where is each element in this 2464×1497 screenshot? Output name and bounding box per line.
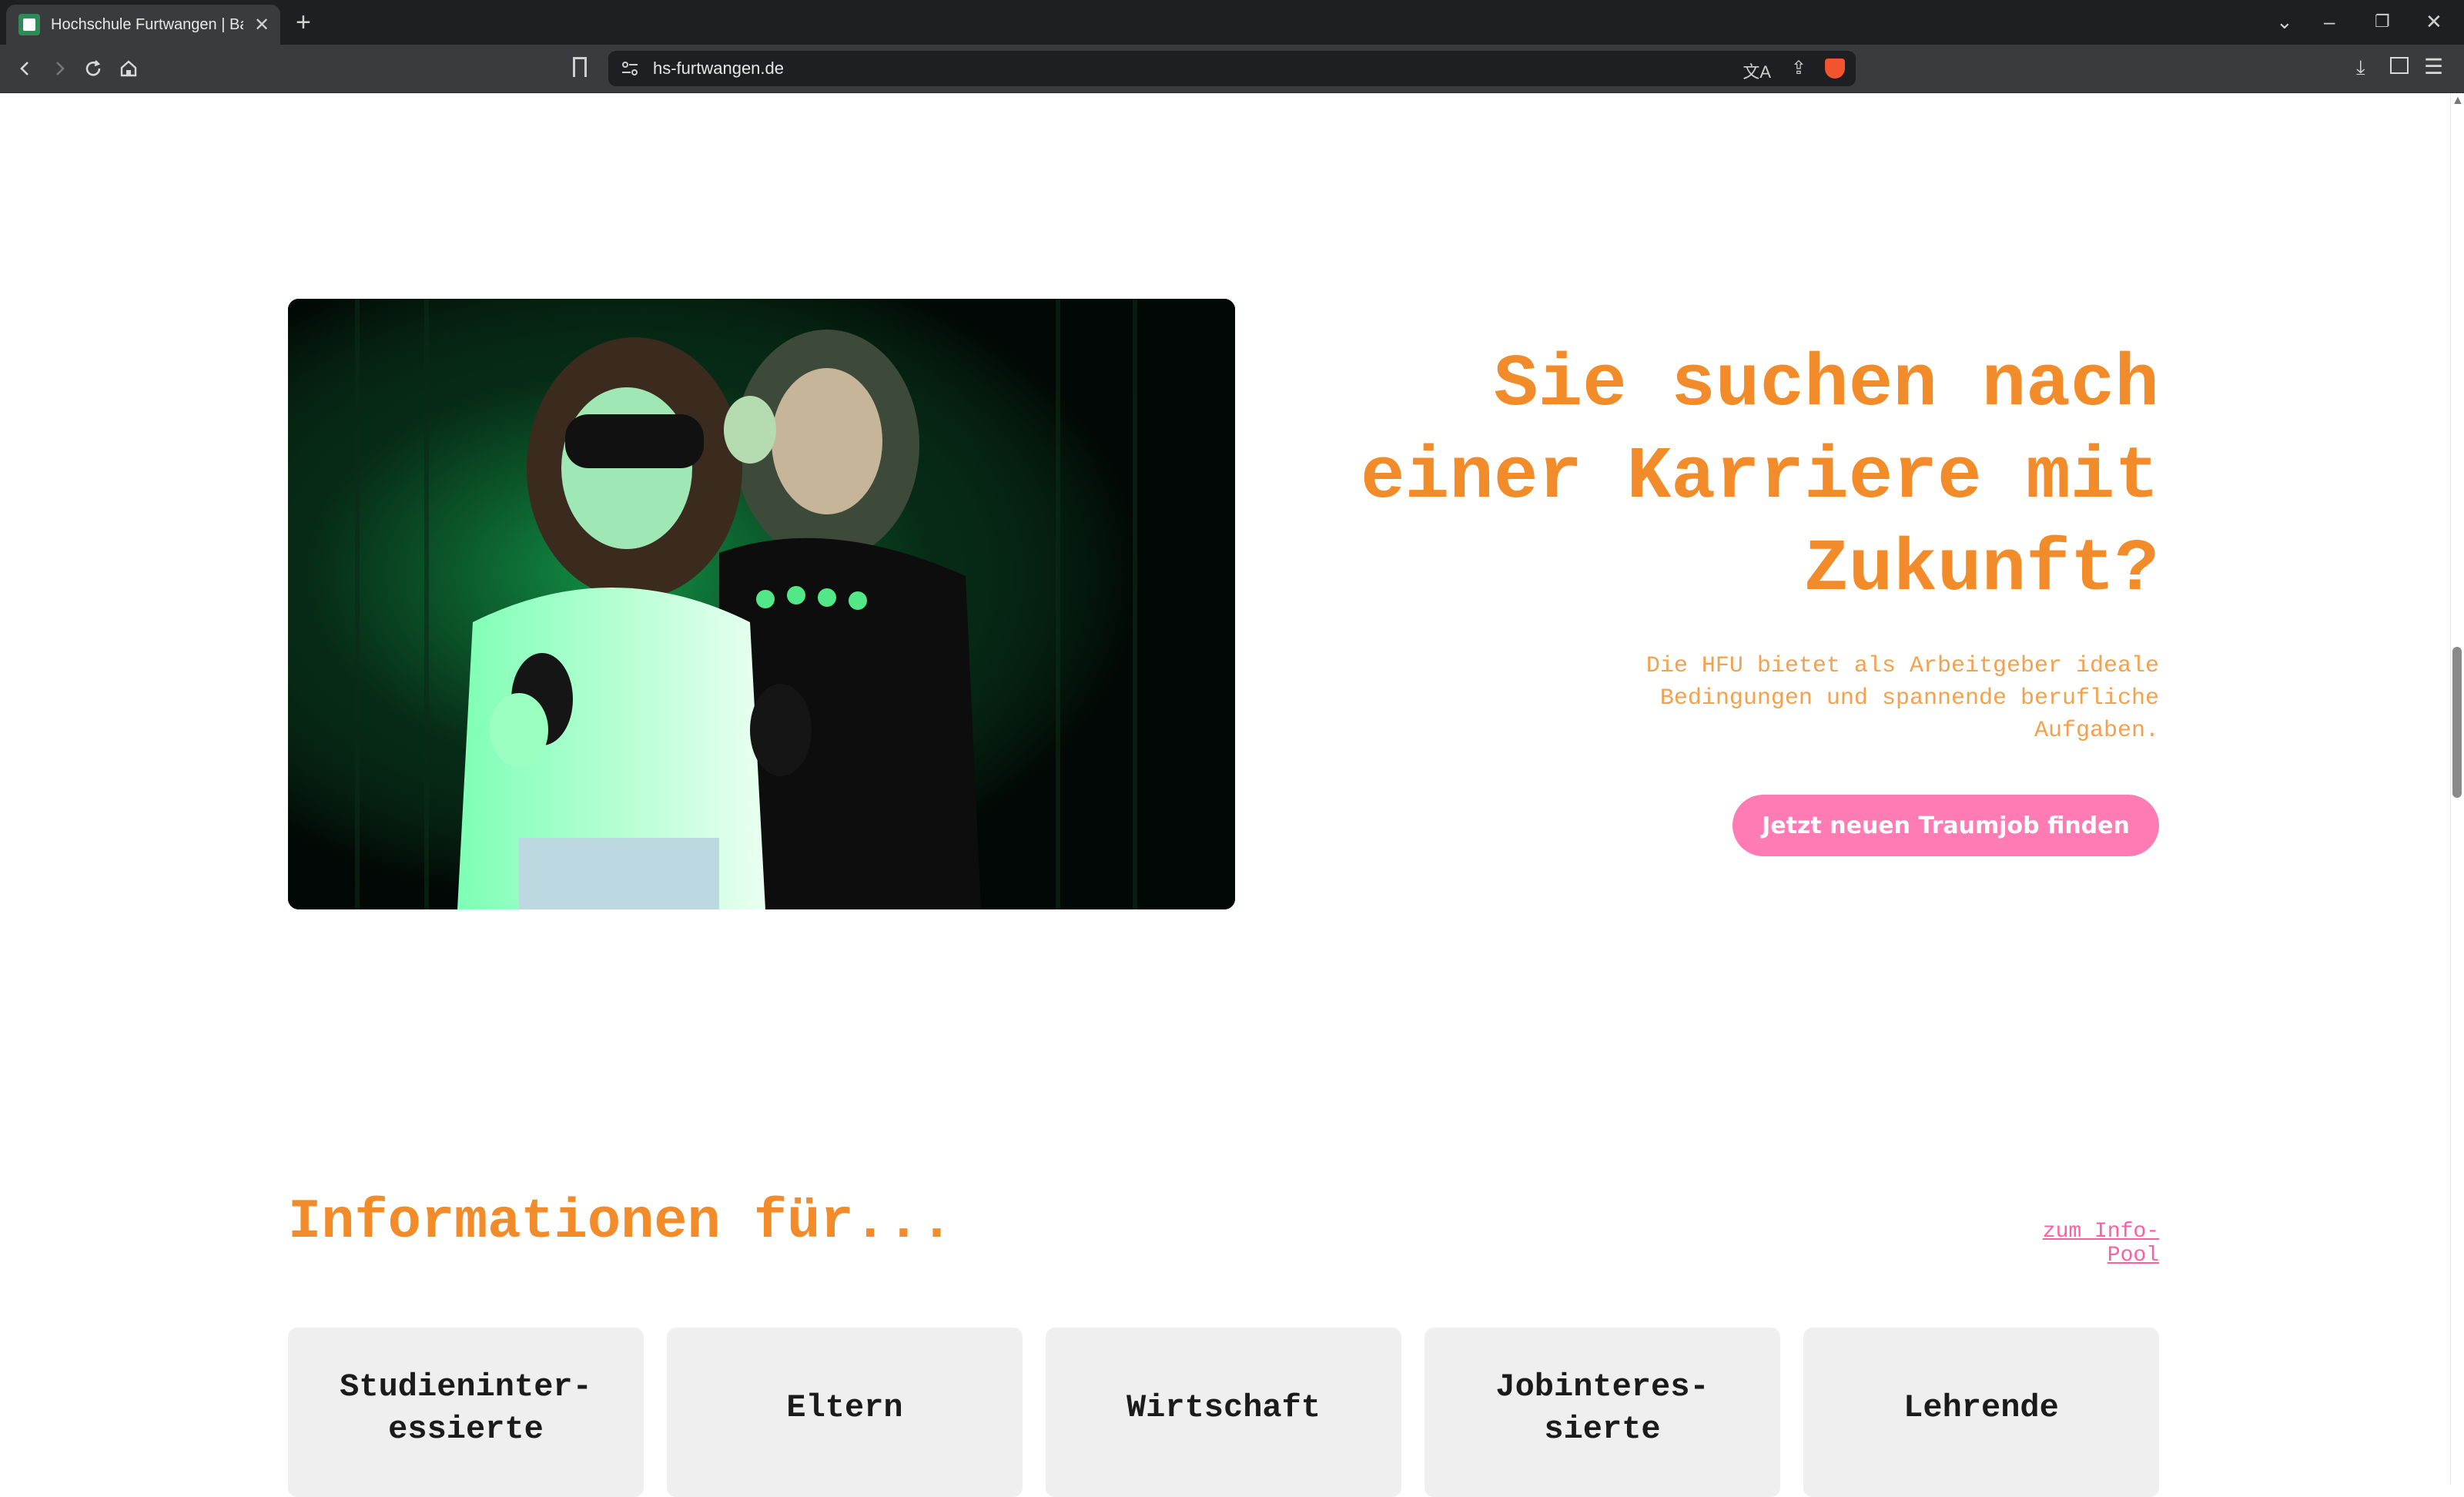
browser-tab-strip: Hochschule Furtwangen | Baden ✕ + ⌄ – ❐ …: [0, 0, 2464, 45]
minimize-icon[interactable]: –: [2324, 9, 2335, 34]
bookmark-icon[interactable]: [573, 57, 587, 77]
browser-tab-active[interactable]: Hochschule Furtwangen | Baden ✕: [6, 5, 280, 45]
sidebar-toggle-icon[interactable]: [2390, 57, 2409, 74]
audience-card-job-seekers[interactable]: Jobinteres- sierte: [1424, 1328, 1780, 1497]
home-icon[interactable]: [116, 55, 142, 82]
scroll-up-arrow-icon[interactable]: ▲: [2452, 94, 2464, 108]
card-label: Eltern: [786, 1389, 903, 1426]
menu-icon[interactable]: ☰: [2424, 54, 2443, 79]
hero-image: [288, 299, 1235, 909]
audience-card-business[interactable]: Wirtschaft: [1046, 1328, 1401, 1497]
card-label: Studieninter- essierte: [340, 1368, 592, 1448]
restore-icon[interactable]: ❐: [2375, 9, 2390, 34]
new-tab-icon[interactable]: +: [296, 8, 311, 37]
download-icon[interactable]: ⤓: [2356, 55, 2365, 80]
address-bar[interactable]: hs-furtwangen.de 文A ⇪: [608, 51, 1856, 86]
back-icon[interactable]: [12, 55, 38, 82]
find-job-button[interactable]: Jetzt neuen Traumjob finden: [1732, 795, 2159, 856]
info-pool-link[interactable]: zum Info-Pool: [1997, 1220, 2159, 1268]
browser-toolbar: hs-furtwangen.de 文A ⇪ ⤓ ☰: [0, 45, 2464, 93]
scrollbar-thumb[interactable]: [2452, 647, 2462, 798]
site-settings-icon[interactable]: [621, 60, 639, 81]
audience-card-parents[interactable]: Eltern: [667, 1328, 1023, 1497]
tab-title: Hochschule Furtwangen | Baden: [51, 15, 243, 33]
card-label: Wirtschaft: [1126, 1389, 1321, 1426]
url-text[interactable]: hs-furtwangen.de: [653, 51, 784, 86]
tab-close-icon[interactable]: ✕: [254, 14, 270, 36]
hero-subtext: Die HFU bietet als Arbeitgeber ideale Be…: [1645, 653, 2159, 744]
reload-icon[interactable]: [80, 55, 106, 82]
tab-list-chevron-icon[interactable]: ⌄: [2276, 9, 2293, 34]
card-label: Jobinteres- sierte: [1495, 1368, 1709, 1448]
audience-card-teachers[interactable]: Lehrende: [1803, 1328, 2159, 1497]
hero-headline: Sie suchen nach einer Karriere mit Zukun…: [1361, 343, 2159, 611]
close-window-icon[interactable]: ✕: [2426, 9, 2442, 34]
audience-card-prospective-students[interactable]: Studieninter- essierte: [288, 1328, 644, 1497]
brave-shield-icon[interactable]: [1825, 59, 1845, 79]
forward-icon[interactable]: [46, 55, 72, 82]
share-icon[interactable]: ⇪: [1791, 57, 1806, 79]
site-favicon-icon: [18, 14, 40, 35]
card-label: Lehrende: [1903, 1389, 2059, 1426]
info-section-title: Informationen für...: [288, 1191, 954, 1254]
translate-icon[interactable]: 文A: [1743, 59, 1771, 83]
